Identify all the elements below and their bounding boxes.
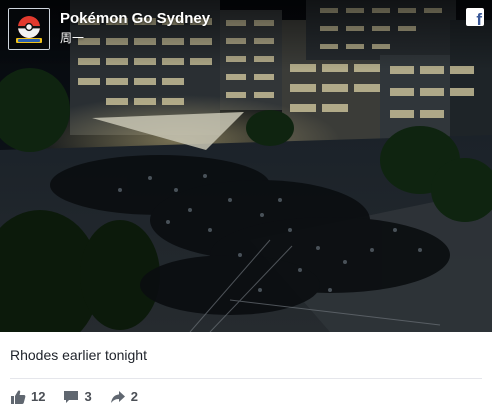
comment-bubble-icon — [64, 391, 79, 403]
facebook-post-embed: Pokémon Go Sydney 周一 f Rhodes earlier to… — [0, 0, 492, 418]
page-meta: Pokémon Go Sydney 周一 — [60, 10, 210, 46]
share-arrow-icon — [110, 391, 125, 403]
post-timestamp[interactable]: 周一 — [60, 30, 210, 46]
facebook-f-glyph: f — [476, 10, 482, 26]
post-actions-bar: 12 3 2 — [10, 388, 156, 406]
page-name-link[interactable]: Pokémon Go Sydney — [60, 10, 210, 28]
like-button[interactable]: 12 — [10, 389, 45, 405]
pokeball-logo-icon — [9, 9, 49, 49]
thumbs-up-icon — [11, 390, 26, 404]
facebook-logo-icon[interactable]: f — [466, 8, 484, 26]
share-count: 2 — [130, 389, 138, 404]
comment-button[interactable]: 3 — [63, 389, 92, 405]
comment-count: 3 — [84, 389, 92, 404]
post-caption: Rhodes earlier tonight — [10, 347, 147, 363]
share-button[interactable]: 2 — [110, 389, 138, 405]
action-divider — [10, 378, 482, 379]
like-count: 12 — [31, 389, 46, 404]
page-avatar[interactable] — [8, 8, 50, 50]
post-header: Pokémon Go Sydney 周一 — [8, 8, 210, 52]
